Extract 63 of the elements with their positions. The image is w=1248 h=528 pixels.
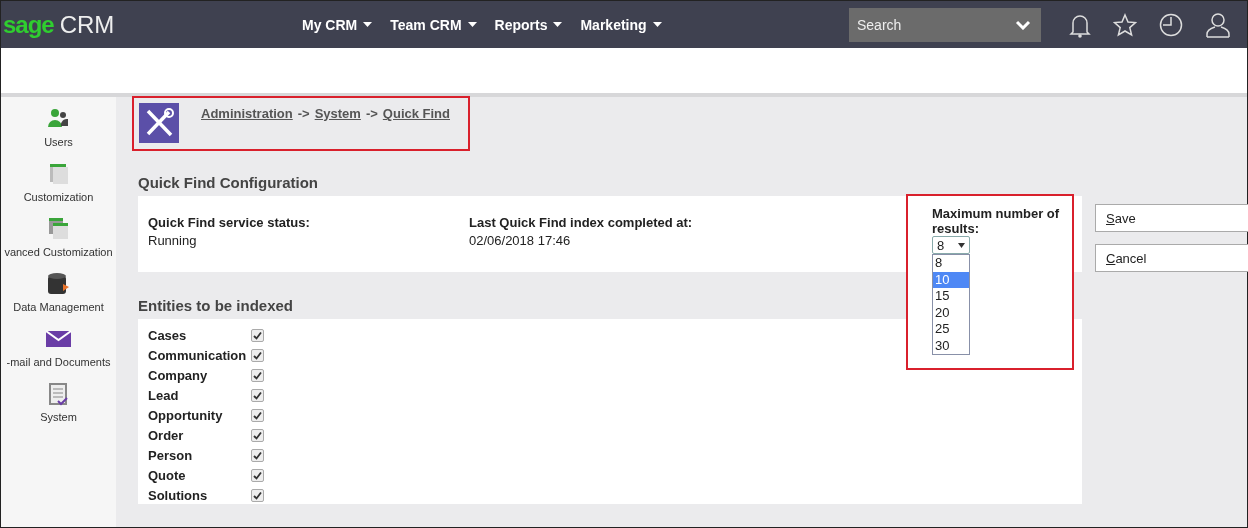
checkbox[interactable] [251, 469, 264, 482]
breadcrumb-link[interactable]: System [314, 106, 361, 121]
checkbox-label: Quote [148, 469, 187, 482]
checkbox-label: Cases [148, 329, 188, 342]
action-button[interactable]: Cancel [1095, 244, 1248, 272]
checkbox-label: Solutions [148, 489, 209, 502]
nav-menu[interactable]: Team CRM [381, 16, 486, 33]
checkbox-label: Order [148, 429, 185, 442]
checkbox[interactable] [251, 349, 264, 362]
breadcrumb-link[interactable]: Administration [201, 106, 293, 121]
checkbox-label: Company [148, 369, 209, 382]
dropdown-option[interactable]: 8 [933, 255, 969, 272]
section-title: Entities to be indexed [138, 297, 294, 314]
field-value: Running [148, 233, 198, 248]
sidebar-item[interactable]: Users [44, 136, 73, 148]
checkbox[interactable] [251, 369, 264, 382]
field-label: Maximum number of results: [932, 206, 1061, 236]
breadcrumb-link[interactable]: Quick Find [382, 106, 450, 121]
field-label: Quick Find service status: [148, 215, 311, 230]
checkbox-label: Lead [148, 389, 180, 402]
nav-menu[interactable]: Reports [485, 16, 572, 33]
checklist-icon [46, 382, 71, 406]
sidebar-item[interactable]: -mail and Documents [6, 356, 111, 368]
sidebar-item[interactable]: vanced Customization [4, 246, 113, 258]
nav-menu[interactable]: My CRM [293, 16, 382, 33]
logo-product: CRM [59, 10, 115, 39]
nav-menu[interactable]: Marketing [571, 16, 671, 33]
sidebar-item[interactable]: Customization [23, 191, 94, 203]
pages-icon [46, 217, 71, 241]
dropdown-option[interactable]: 15 [933, 288, 969, 305]
checkbox[interactable] [251, 389, 264, 402]
caret-icon [553, 22, 563, 27]
checkbox-label: Opportunity [148, 409, 224, 422]
dropdown-option[interactable]: 20 [933, 304, 969, 321]
logo-brand: sage [3, 10, 54, 39]
checkbox-label: Person [148, 449, 194, 462]
field-value: 02/06/2018 17:46 [469, 233, 572, 248]
breadcrumb-separator: -> [365, 106, 378, 121]
search-field[interactable]: Search [849, 7, 1041, 42]
chevron-down-icon [1015, 19, 1031, 30]
tools-icon [139, 103, 179, 143]
action-button[interactable]: Save [1095, 204, 1248, 232]
checkbox-label: Communication [148, 349, 248, 362]
caret-icon [958, 242, 965, 248]
dropdown-option[interactable]: 25 [933, 321, 969, 338]
section-title: Quick Find Configuration [138, 174, 318, 191]
breadcrumb-separator: -> [297, 106, 310, 121]
star-icon [1113, 12, 1137, 37]
sidebar-item[interactable]: System [40, 411, 77, 423]
clock-icon [1159, 12, 1183, 37]
checkbox[interactable] [251, 429, 264, 442]
caret-icon [363, 22, 373, 27]
user-icon [1205, 11, 1231, 38]
checkbox[interactable] [251, 409, 264, 422]
checkbox[interactable] [251, 489, 264, 502]
database-icon [46, 272, 71, 296]
sidebar-item[interactable]: Data Management [13, 301, 104, 313]
field-label: Last Quick Find index completed at: [469, 215, 694, 230]
dropdown-option[interactable]: 30 [933, 337, 969, 354]
checkbox[interactable] [251, 449, 264, 462]
checkbox[interactable] [251, 329, 264, 342]
caret-icon [652, 22, 662, 27]
caret-icon [467, 22, 477, 27]
